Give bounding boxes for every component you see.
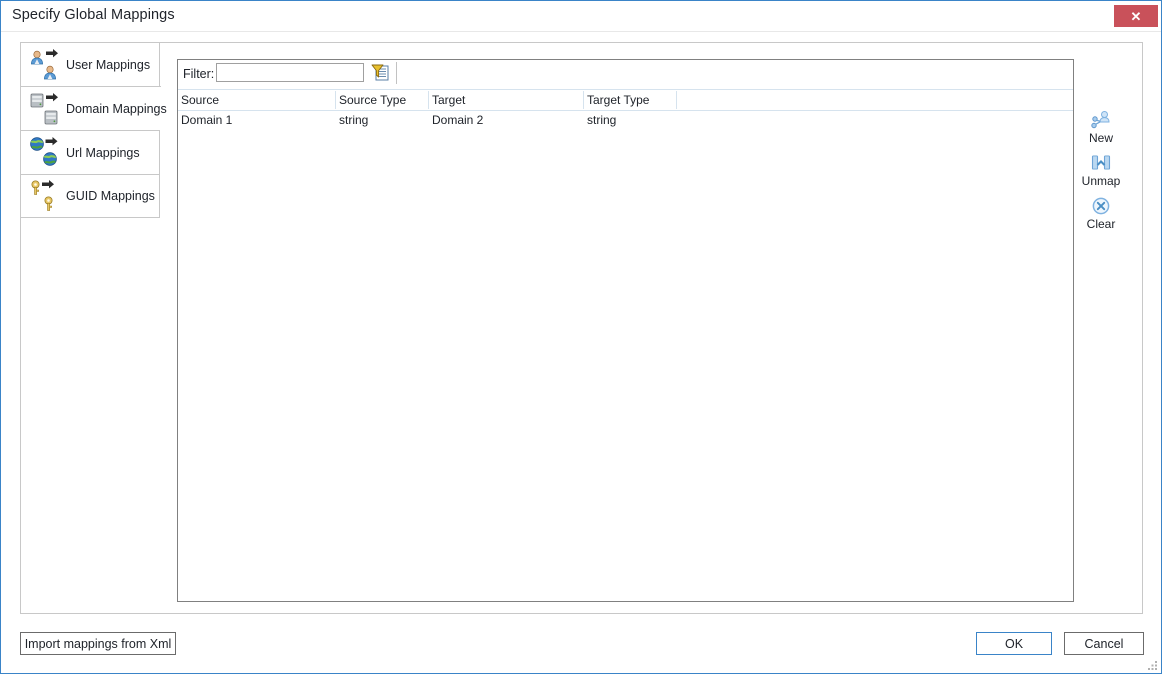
- mapping-actions-toolbar: New Unmap Clear: [1079, 109, 1123, 238]
- sidebar-item-label: User Mappings: [66, 57, 151, 72]
- cell-source-type: string: [339, 113, 369, 127]
- user-mapping-icon: [28, 48, 62, 82]
- title-bar: Specify Global Mappings ✕: [1, 1, 1161, 32]
- guid-mapping-icon: [28, 179, 62, 213]
- filter-funnel-icon[interactable]: [371, 63, 390, 83]
- clear-button[interactable]: Clear: [1079, 195, 1123, 231]
- sidebar-item-url-mappings[interactable]: Url Mappings: [20, 130, 160, 174]
- grid-body: Domain 1 string Domain 2 string: [178, 111, 1073, 130]
- table-row[interactable]: Domain 1 string Domain 2 string: [178, 111, 1073, 130]
- cell-target-type: string: [587, 113, 617, 127]
- ok-button[interactable]: OK: [976, 632, 1052, 655]
- resize-grip[interactable]: [1146, 659, 1158, 671]
- grid-column-divider[interactable]: [676, 91, 677, 109]
- dialog-window: Specify Global Mappings ✕ User Mappings …: [0, 0, 1162, 674]
- close-icon: ✕: [1130, 8, 1142, 24]
- import-mappings-button[interactable]: Import mappings from Xml: [20, 632, 176, 655]
- new-button[interactable]: New: [1079, 109, 1123, 145]
- grid-column-divider[interactable]: [428, 91, 429, 109]
- action-label: New: [1088, 131, 1113, 145]
- clear-circle-x-icon: [1090, 195, 1112, 217]
- filter-input[interactable]: [216, 63, 364, 82]
- sidebar-item-label: GUID Mappings: [66, 189, 155, 203]
- action-label: Clear: [1086, 217, 1116, 231]
- grid-column-header-target[interactable]: Target: [432, 93, 465, 107]
- url-mapping-icon: [28, 136, 62, 170]
- mapping-type-tablist: User Mappings Domain Mappings Url Mappin…: [20, 42, 167, 218]
- filter-label: Filter:: [183, 67, 215, 81]
- sidebar-item-label: Domain Mappings: [66, 101, 167, 116]
- new-mapping-icon: [1090, 109, 1112, 131]
- unmap-link-icon: [1090, 152, 1112, 174]
- grid-column-header-target-type[interactable]: Target Type: [587, 93, 649, 107]
- filter-toolbar: Filter:: [178, 60, 1073, 90]
- window-title: Specify Global Mappings: [12, 7, 175, 23]
- close-button[interactable]: ✕: [1114, 5, 1158, 27]
- grid-column-divider[interactable]: [335, 91, 336, 109]
- grid-column-header-source-type[interactable]: Source Type: [339, 93, 406, 107]
- grid-column-header-source[interactable]: Source: [181, 93, 219, 107]
- cell-target: Domain 2: [432, 113, 484, 127]
- sidebar-item-domain-mappings[interactable]: Domain Mappings: [20, 86, 167, 130]
- cell-source: Domain 1: [181, 113, 233, 127]
- grid-header-row: Source Source Type Target Target Type: [178, 90, 1073, 111]
- action-label: Unmap: [1081, 174, 1121, 188]
- toolbar-separator: [396, 62, 397, 84]
- grid-column-divider[interactable]: [583, 91, 584, 109]
- sidebar-item-label: Url Mappings: [66, 145, 140, 160]
- cancel-button[interactable]: Cancel: [1064, 632, 1144, 655]
- domain-mapping-icon: [28, 92, 62, 126]
- sidebar-item-user-mappings[interactable]: User Mappings: [20, 42, 160, 86]
- mappings-content-panel: Filter: Source Source Type Target Target…: [177, 59, 1074, 602]
- unmap-button[interactable]: Unmap: [1079, 152, 1123, 188]
- sidebar-item-guid-mappings[interactable]: GUID Mappings: [20, 174, 160, 218]
